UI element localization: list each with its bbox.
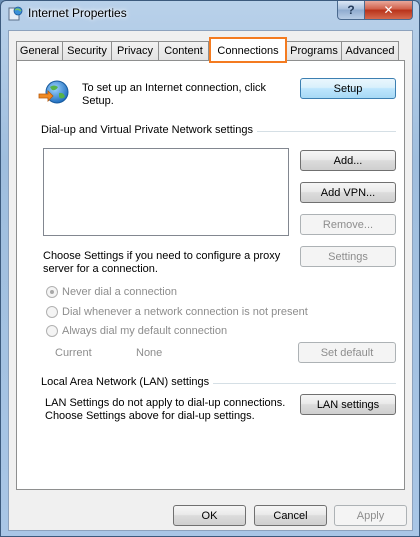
proxy-instruction-line2: server for a connection. bbox=[43, 263, 158, 275]
tab-security[interactable]: Security bbox=[62, 41, 112, 60]
add-button[interactable]: Add... bbox=[300, 150, 396, 171]
internet-properties-icon bbox=[8, 6, 23, 21]
connections-listbox[interactable] bbox=[43, 148, 289, 236]
apply-button[interactable]: Apply bbox=[334, 505, 407, 526]
radio-never-dial[interactable] bbox=[46, 286, 58, 298]
add-vpn-button[interactable]: Add VPN... bbox=[300, 182, 396, 203]
set-default-button[interactable]: Set default bbox=[298, 342, 396, 363]
tab-privacy[interactable]: Privacy bbox=[111, 41, 159, 60]
lan-note-line1: LAN Settings do not apply to dial-up con… bbox=[45, 397, 286, 409]
radio-never-dial-label: Never dial a connection bbox=[62, 286, 177, 298]
close-icon: ✕ bbox=[383, 3, 394, 17]
tab-connections[interactable]: Connections bbox=[209, 37, 287, 63]
lan-note-line2: Choose Settings above for dial-up settin… bbox=[45, 410, 255, 422]
connections-panel: To set up an Internet connection, click … bbox=[16, 60, 405, 490]
tab-content[interactable]: Content bbox=[158, 41, 209, 60]
title-bar[interactable]: Internet Properties ? ✕ bbox=[1, 1, 419, 29]
setup-instruction-line2: Setup. bbox=[82, 95, 114, 107]
current-label: Current bbox=[55, 347, 92, 359]
tab-advanced[interactable]: Advanced bbox=[341, 41, 399, 60]
lan-heading: Local Area Network (LAN) settings bbox=[41, 376, 214, 388]
dialup-heading: Dial-up and Virtual Private Network sett… bbox=[41, 124, 257, 136]
settings-button[interactable]: Settings bbox=[300, 246, 396, 267]
radio-dial-whenever[interactable] bbox=[46, 306, 58, 318]
globe-network-icon bbox=[38, 80, 69, 104]
cancel-button[interactable]: Cancel bbox=[254, 505, 327, 526]
radio-always-dial[interactable] bbox=[46, 325, 58, 337]
internet-properties-window: Internet Properties ? ✕ General Security… bbox=[0, 0, 420, 537]
help-button[interactable]: ? bbox=[337, 1, 365, 20]
radio-always-dial-label: Always dial my default connection bbox=[62, 325, 228, 337]
close-button[interactable]: ✕ bbox=[364, 1, 413, 20]
setup-button[interactable]: Setup bbox=[300, 78, 396, 99]
ok-button[interactable]: OK bbox=[173, 505, 246, 526]
help-icon: ? bbox=[347, 3, 355, 17]
dialog-client-area: General Security Privacy Content Connect… bbox=[8, 30, 413, 531]
window-title: Internet Properties bbox=[28, 6, 127, 20]
current-value: None bbox=[136, 347, 163, 359]
lan-settings-button[interactable]: LAN settings bbox=[300, 394, 396, 415]
tab-programs[interactable]: Programs bbox=[286, 41, 342, 60]
tab-general[interactable]: General bbox=[16, 41, 63, 60]
proxy-instruction-line1: Choose Settings if you need to configure… bbox=[43, 250, 281, 262]
setup-instruction-line1: To set up an Internet connection, click bbox=[82, 82, 267, 94]
remove-button[interactable]: Remove... bbox=[300, 214, 396, 235]
radio-dial-whenever-label: Dial whenever a network connection is no… bbox=[62, 306, 308, 318]
